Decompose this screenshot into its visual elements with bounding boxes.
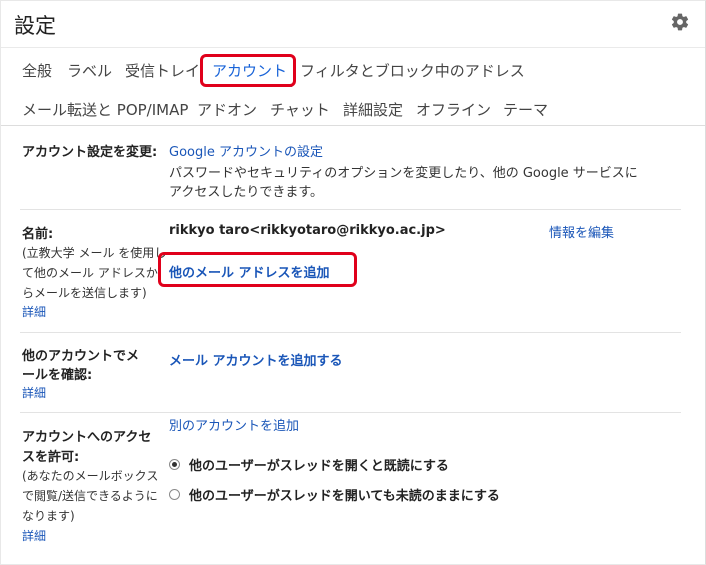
- tabs-divider: [1, 125, 705, 126]
- change-account-description-line2: アクセスしたりできます。: [169, 185, 324, 200]
- section-divider: [20, 332, 681, 333]
- tab-filters-blocked[interactable]: フィルタとブロック中のアドレス: [300, 60, 525, 81]
- edit-info-link[interactable]: 情報を編集: [549, 222, 614, 241]
- radio-leave-unread[interactable]: [169, 489, 180, 500]
- name-note-line1: (立教大学 メール を使用し: [22, 246, 167, 260]
- add-another-account-link[interactable]: 別のアカウントを追加: [169, 415, 299, 434]
- highlight-box-accounts-tab: [200, 54, 296, 87]
- highlight-box-add-address: [158, 252, 357, 287]
- grant-access-label-line1: アカウントへのアクセ: [22, 430, 152, 445]
- gear-icon[interactable]: [670, 12, 690, 32]
- tab-labels[interactable]: ラベル: [67, 60, 112, 81]
- grant-access-label-line2: スを許可:: [22, 450, 80, 465]
- page-title: 設定: [14, 14, 56, 38]
- name-note-line3: らメールを送信します): [22, 286, 147, 300]
- grant-access-note-line1: (あなたのメールボックス: [22, 469, 159, 483]
- tab-general[interactable]: 全般: [22, 60, 52, 81]
- grant-access-note-line2: で閲覧/送信できるように: [22, 489, 158, 503]
- name-detail-link[interactable]: 詳細: [22, 303, 46, 320]
- tab-offline[interactable]: オフライン: [416, 99, 491, 120]
- check-mail-label-line1: 他のアカウントでメ: [22, 349, 140, 364]
- radio-leave-unread-label: 他のユーザーがスレッドを開いても未読のままにする: [189, 489, 500, 504]
- section-divider: [20, 412, 681, 413]
- tab-chat[interactable]: チャット: [270, 99, 330, 120]
- name-note-line2: て他のメール アドレスか: [22, 266, 158, 280]
- change-account-label: アカウント設定を変更:: [22, 145, 158, 160]
- account-name-email: rikkyo taro<rikkyotaro@rikkyo.ac.jp>: [169, 223, 446, 238]
- tab-advanced[interactable]: 詳細設定: [343, 99, 403, 120]
- grant-access-note-line3: なります): [22, 509, 75, 523]
- tab-themes[interactable]: テーマ: [503, 99, 548, 120]
- tab-addons[interactable]: アドオン: [197, 99, 257, 120]
- check-mail-detail-link[interactable]: 詳細: [22, 384, 46, 401]
- name-label: 名前:: [22, 227, 54, 242]
- add-mail-account-link[interactable]: メール アカウントを追加する: [169, 350, 343, 369]
- google-account-settings-link[interactable]: Google アカウントの設定: [169, 141, 323, 160]
- header-divider: [1, 47, 705, 48]
- radio-mark-as-read[interactable]: [169, 459, 180, 470]
- grant-access-detail-link[interactable]: 詳細: [22, 527, 46, 544]
- radio-mark-as-read-label: 他のユーザーがスレッドを開くと既読にする: [189, 459, 449, 474]
- section-divider: [20, 209, 681, 210]
- tab-forwarding-pop-imap[interactable]: メール転送と POP/IMAP: [22, 99, 188, 120]
- tab-inbox[interactable]: 受信トレイ: [125, 60, 200, 81]
- check-mail-label-line2: ールを確認:: [22, 368, 93, 383]
- change-account-description-line1: パスワードやセキュリティのオプションを変更したり、他の Google サービスに: [169, 166, 638, 181]
